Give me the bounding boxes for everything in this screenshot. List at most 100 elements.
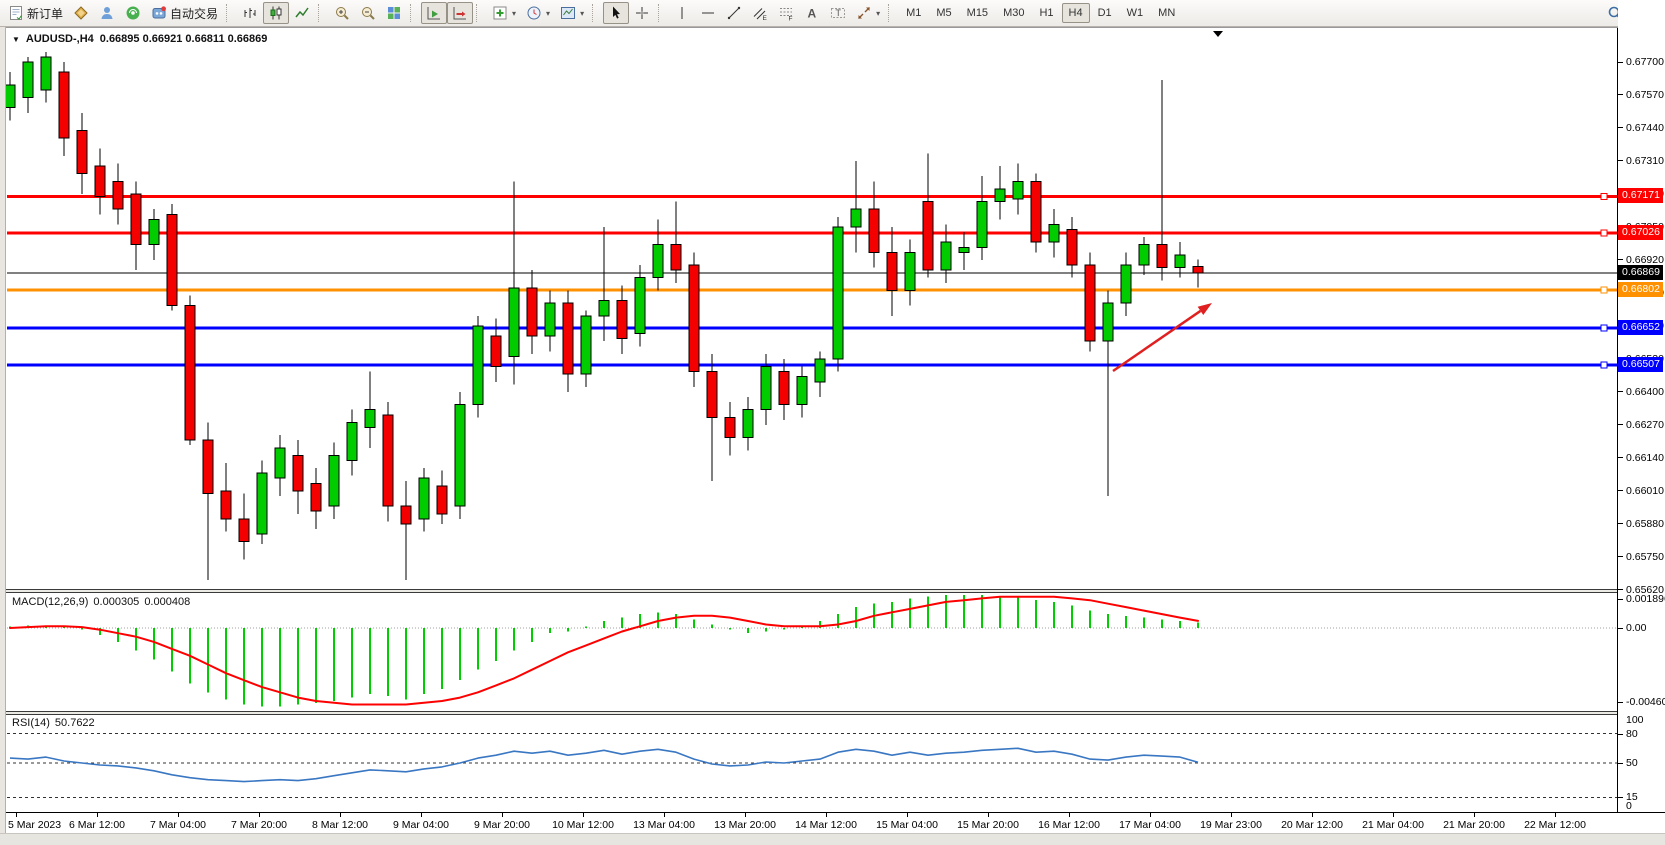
horizontal-line-tool-button[interactable] xyxy=(695,2,721,24)
timeframe-h1[interactable]: H1 xyxy=(1032,3,1060,23)
zoom-in-icon xyxy=(334,5,350,21)
indicators-dropdown-caret[interactable]: ▾ xyxy=(512,9,516,18)
text-label-tool-button[interactable]: T xyxy=(825,2,851,24)
macd-panel-chart[interactable] xyxy=(6,593,1617,711)
fibonacci-tool-button[interactable]: F xyxy=(773,2,799,24)
chart-shift-button[interactable] xyxy=(447,2,473,24)
macd-value-main: 0.000305 xyxy=(93,596,139,608)
metatrader-window: 新订单 自动交易 xyxy=(0,0,1665,845)
periods-dropdown-caret[interactable]: ▾ xyxy=(546,9,550,18)
time-tick xyxy=(97,813,98,817)
price-tick: 0.66400 xyxy=(1618,385,1664,399)
zoom-in-button[interactable] xyxy=(329,2,355,24)
rsi-label: RSI(14) 50.7622 xyxy=(12,717,95,729)
time-tick xyxy=(16,813,17,817)
trendline-icon xyxy=(726,5,742,21)
time-axis-label: 7 Mar 04:00 xyxy=(150,819,206,831)
trend-arrow[interactable] xyxy=(1113,303,1212,371)
line-chart-button[interactable] xyxy=(289,2,315,24)
arrows-dropdown-caret[interactable]: ▾ xyxy=(876,9,880,18)
crosshair-icon xyxy=(634,5,650,21)
rsi-axis-label: 50 xyxy=(1618,756,1638,770)
main-chart[interactable] xyxy=(6,28,1617,589)
trendline-tool-button[interactable] xyxy=(721,2,747,24)
bar-chart-button[interactable] xyxy=(237,2,263,24)
new-order-button[interactable]: 新订单 xyxy=(3,2,68,24)
templates-button[interactable]: ▾ xyxy=(555,2,589,24)
time-tick xyxy=(826,813,827,817)
time-tick xyxy=(340,813,341,817)
timeframe-group: M1M5M15M30H1H4D1W1MN xyxy=(899,3,1182,23)
timeframe-m15[interactable]: M15 xyxy=(960,3,995,23)
toolbar-separator xyxy=(888,4,895,22)
auto-trading-label: 自动交易 xyxy=(170,5,218,22)
timeframe-m30[interactable]: M30 xyxy=(996,3,1031,23)
time-tick xyxy=(1150,813,1151,817)
window-bottom-edge xyxy=(0,833,1665,845)
gold-button[interactable] xyxy=(68,2,94,24)
new-order-label: 新订单 xyxy=(27,5,63,22)
toolbar-separator xyxy=(658,4,665,22)
candles xyxy=(6,52,1203,580)
line-chart-icon xyxy=(294,5,310,21)
price-badge: 0.66802 xyxy=(1618,282,1663,297)
arrows-tool-button[interactable]: ▾ xyxy=(851,2,885,24)
equidistant-channel-icon: E xyxy=(752,5,768,21)
one-click-trading-caret[interactable]: ▼ xyxy=(12,35,20,44)
timeframe-d1[interactable]: D1 xyxy=(1091,3,1119,23)
time-axis[interactable]: 5 Mar 20236 Mar 12:007 Mar 04:007 Mar 20… xyxy=(6,812,1665,833)
horizontal-lines[interactable] xyxy=(7,193,1617,368)
auto-trading-button[interactable]: 自动交易 xyxy=(146,2,223,24)
templates-dropdown-caret[interactable]: ▾ xyxy=(580,9,584,18)
timeframe-mn[interactable]: MN xyxy=(1151,3,1182,23)
zoom-out-button[interactable] xyxy=(355,2,381,24)
price-axis[interactable]: 0.677000.675700.674400.673100.671800.670… xyxy=(1618,0,1665,845)
vertical-line-icon xyxy=(674,5,690,21)
periods-button[interactable]: ▾ xyxy=(521,2,555,24)
vertical-line-tool-button[interactable] xyxy=(669,2,695,24)
tile-windows-icon xyxy=(386,5,402,21)
timeframe-w1[interactable]: W1 xyxy=(1120,3,1151,23)
time-tick xyxy=(1069,813,1070,817)
time-axis-label: 15 Mar 04:00 xyxy=(876,819,938,831)
text-tool-button[interactable]: A xyxy=(799,2,825,24)
profile-icon xyxy=(99,5,115,21)
candlestick-chart-icon xyxy=(268,5,284,21)
indicators-button[interactable]: ▾ xyxy=(487,2,521,24)
price-tick: 0.67700 xyxy=(1618,55,1664,69)
time-axis-label: 19 Mar 23:00 xyxy=(1200,819,1262,831)
time-axis-label: 13 Mar 20:00 xyxy=(714,819,776,831)
equidistant-channel-tool-button[interactable]: E xyxy=(747,2,773,24)
price-badge: 0.66507 xyxy=(1618,357,1663,372)
price-tick: 0.66140 xyxy=(1618,451,1664,465)
time-tick xyxy=(988,813,989,817)
price-badge: 0.66652 xyxy=(1618,320,1663,335)
profile-button[interactable] xyxy=(94,2,120,24)
time-axis-label: 17 Mar 04:00 xyxy=(1119,819,1181,831)
chart-shift-marker[interactable] xyxy=(1213,31,1223,37)
cursor-tool-button[interactable] xyxy=(603,2,629,24)
time-tick xyxy=(745,813,746,817)
svg-text:T: T xyxy=(836,8,842,18)
crosshair-tool-button[interactable] xyxy=(629,2,655,24)
tile-windows-button[interactable] xyxy=(381,2,407,24)
macd-value-signal: 0.000408 xyxy=(144,596,190,608)
timeframe-m5[interactable]: M5 xyxy=(929,3,958,23)
chart-title: ▼ AUDUSD-,H4 0.66895 0.66921 0.66811 0.6… xyxy=(12,33,267,45)
rsi-panel-chart[interactable] xyxy=(6,715,1617,812)
auto-scroll-icon xyxy=(426,5,442,21)
bar-chart-icon xyxy=(242,5,258,21)
timeframe-m1[interactable]: M1 xyxy=(899,3,928,23)
time-tick xyxy=(583,813,584,817)
signals-button[interactable] xyxy=(120,2,146,24)
toolbar: 新订单 自动交易 xyxy=(0,0,1665,27)
time-tick xyxy=(664,813,665,817)
time-tick xyxy=(259,813,260,817)
time-axis-label: 14 Mar 12:00 xyxy=(795,819,857,831)
timeframe-h4[interactable]: H4 xyxy=(1062,3,1090,23)
auto-scroll-button[interactable] xyxy=(421,2,447,24)
time-axis-label: 8 Mar 12:00 xyxy=(312,819,368,831)
toolbar-separator xyxy=(318,4,325,22)
candlestick-chart-button[interactable] xyxy=(263,2,289,24)
time-axis-label: 15 Mar 20:00 xyxy=(957,819,1019,831)
